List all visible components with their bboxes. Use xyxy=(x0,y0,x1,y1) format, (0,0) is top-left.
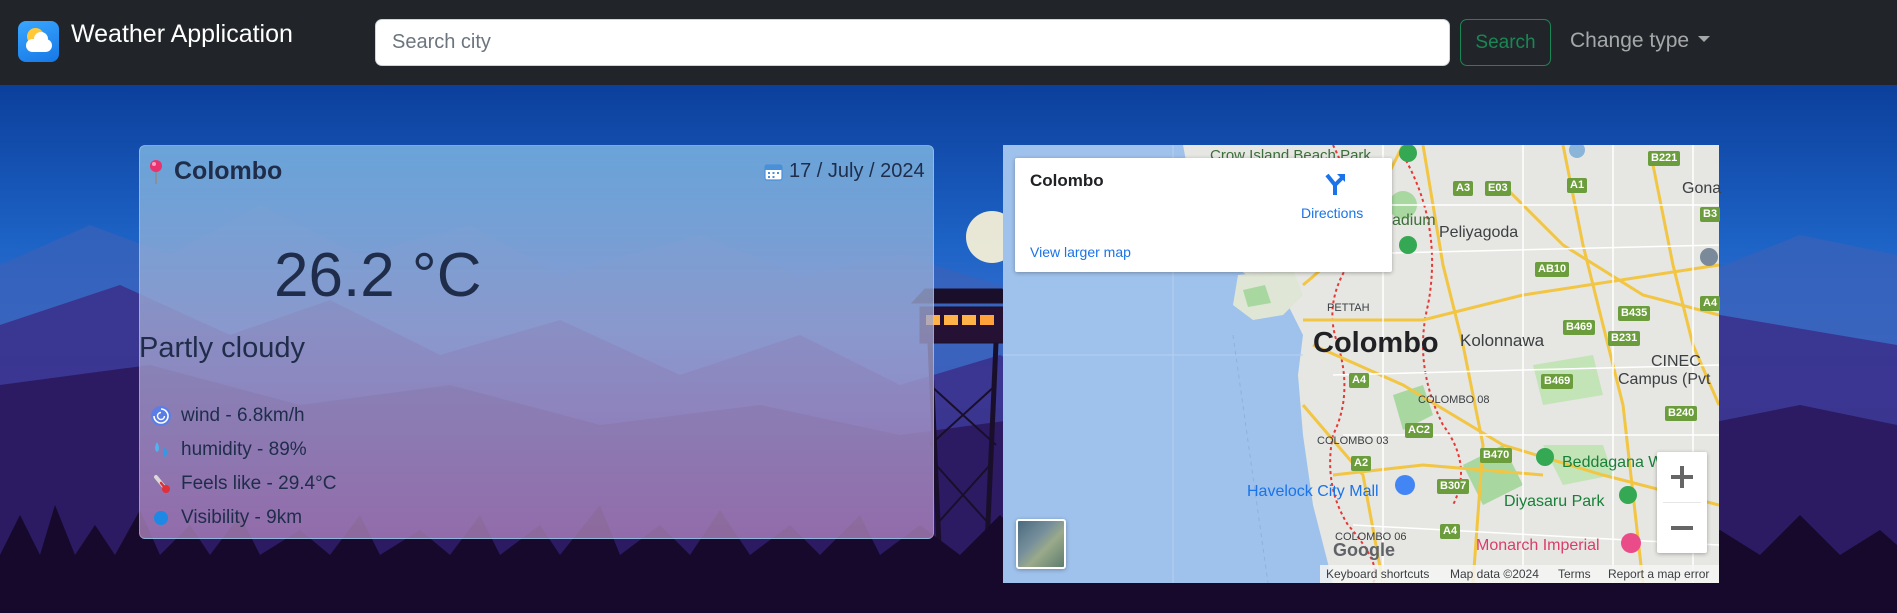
road-shield: B470 xyxy=(1480,448,1513,463)
map-label-colombo-03: COLOMBO 03 xyxy=(1317,435,1389,447)
map-type-toggle[interactable] xyxy=(1016,519,1066,569)
road-shield: B307 xyxy=(1437,479,1470,494)
change-type-label: Change type xyxy=(1570,29,1690,52)
navbar: Weather Application Search Change type xyxy=(0,0,1897,85)
map-place-title: Colombo xyxy=(1030,171,1104,190)
road-shield: B221 xyxy=(1648,151,1681,166)
map-label-colombo-08: COLOMBO 08 xyxy=(1418,394,1490,406)
road-shield: A2 xyxy=(1351,456,1372,471)
humidity-stat: humidity - 89% xyxy=(150,437,307,463)
search-city-input[interactable] xyxy=(375,19,1450,66)
road-shield: B3 xyxy=(1700,207,1721,222)
wind-stat: wind - 6.8km/h xyxy=(150,403,305,429)
sweat-droplets-icon xyxy=(155,442,167,457)
zoom-in-icon[interactable] xyxy=(1657,452,1707,502)
change-type-dropdown[interactable]: Change type xyxy=(1570,29,1711,53)
road-shield: B435 xyxy=(1618,306,1651,321)
round-pushpin-icon xyxy=(150,160,162,184)
weather-app-icon[interactable] xyxy=(18,21,59,62)
road-shield: B240 xyxy=(1665,406,1698,421)
road-shield: A1 xyxy=(1567,178,1588,193)
map-label-pettah: PETTAH xyxy=(1327,302,1370,314)
map-label-beddagana: Beddagana W xyxy=(1562,454,1664,471)
zoom-out-icon[interactable] xyxy=(1657,503,1707,553)
feels-like-stat: Feels like - 29.4°C xyxy=(150,471,336,497)
map-label-monarch: Monarch Imperial xyxy=(1476,537,1600,554)
cyclone-icon xyxy=(151,406,171,426)
road-shield: A4 xyxy=(1349,373,1370,388)
map-label-gona: Gona xyxy=(1682,180,1722,197)
thermometer-icon xyxy=(154,475,170,493)
map-data-text: Map data ©2024 xyxy=(1450,567,1539,581)
road-shield: A3 xyxy=(1453,181,1474,196)
search-button[interactable]: Search xyxy=(1460,19,1551,66)
map-label-cinec: CINEC xyxy=(1651,353,1701,370)
blue-circle-icon xyxy=(154,511,168,525)
road-shield: E03 xyxy=(1485,181,1511,196)
map-label-cinec-campus: Campus (Pvt xyxy=(1618,371,1711,388)
map-label-colombo: Colombo xyxy=(1313,327,1439,359)
map-label-peliyagoda: Peliyagoda xyxy=(1439,224,1519,241)
road-shield: B469 xyxy=(1563,320,1596,335)
city-name: Colombo xyxy=(174,157,283,185)
road-shield: A4 xyxy=(1440,524,1461,539)
visibility-stat: Visibility - 9km xyxy=(150,505,302,531)
directions-icon[interactable] xyxy=(1323,171,1349,197)
road-shield: AB10 xyxy=(1535,262,1570,277)
map-label-havelock: Havelock City Mall xyxy=(1247,483,1379,500)
app-title[interactable]: Weather Application xyxy=(71,20,293,49)
map-label-kolonnawa: Kolonnawa xyxy=(1460,331,1545,350)
keyboard-shortcuts-link[interactable]: Keyboard shortcuts xyxy=(1326,567,1429,581)
report-map-error-link[interactable]: Report a map error xyxy=(1608,567,1709,581)
road-shield: AC2 xyxy=(1405,423,1434,438)
directions-link[interactable]: Directions xyxy=(1301,205,1363,221)
humidity-text: humidity - 89% xyxy=(181,439,307,460)
road-shield: B469 xyxy=(1541,374,1574,389)
terms-link[interactable]: Terms xyxy=(1558,567,1591,581)
wind-text: wind - 6.8km/h xyxy=(181,405,305,426)
map-label-adium: adium xyxy=(1392,212,1436,229)
map-label-diyasaru: Diyasaru Park xyxy=(1504,493,1605,510)
calendar-icon xyxy=(764,164,783,181)
road-shield: B231 xyxy=(1608,331,1641,346)
visibility-text: Visibility - 9km xyxy=(181,507,303,528)
road-shield: A4 xyxy=(1700,296,1721,311)
google-logo: Google xyxy=(1333,540,1395,561)
feels-like-text: Feels like - 29.4°C xyxy=(181,473,337,494)
google-logo-text: Google xyxy=(1333,540,1395,560)
current-date: 17 / July / 2024 xyxy=(789,160,925,182)
caret-down-icon xyxy=(1698,36,1711,43)
weather-condition: Partly cloudy xyxy=(139,332,306,364)
view-larger-map-link[interactable]: View larger map xyxy=(1030,244,1131,260)
temperature-value: 26.2 °C xyxy=(274,241,482,310)
